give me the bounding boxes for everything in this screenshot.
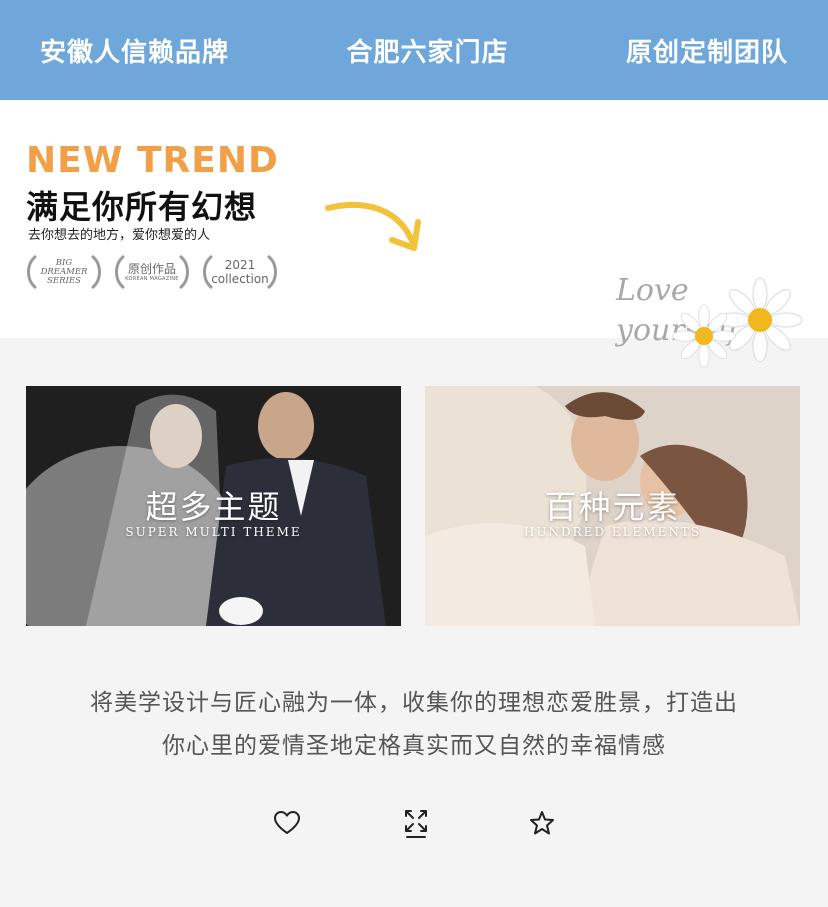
expand-icon bbox=[405, 810, 427, 838]
badge-2021: 2021 collection bbox=[200, 252, 280, 292]
love-text: Love bbox=[615, 273, 689, 308]
arrow-icon bbox=[325, 201, 421, 251]
laurel-icon bbox=[115, 254, 189, 290]
banner-item-brand: 安徽人信赖品牌 bbox=[40, 37, 230, 68]
description-line-2: 你心里的爱情圣地定格真实而又自然的幸福情感 bbox=[162, 733, 666, 759]
promo-headline: 满足你所有幻想 bbox=[26, 188, 258, 226]
description: 将美学设计与匠心融为一体，收集你的理想恋爱胜景，打造出 你心里的爱情圣地定格真实… bbox=[0, 682, 828, 768]
theme-card-super-multi[interactable]: 超多主题 SUPER MULTI THEME bbox=[26, 386, 401, 626]
promo-section: NEW TREND 满足你所有幻想 去你想去的地方，爱你想爱的人 BIG DRE… bbox=[0, 100, 828, 368]
top-banner: 安徽人信赖品牌 合肥六家门店 原创定制团队 bbox=[0, 0, 828, 100]
laurel-icon bbox=[27, 254, 101, 290]
favorite-button[interactable] bbox=[526, 806, 558, 840]
action-bar bbox=[0, 806, 828, 842]
laurel-icon bbox=[203, 254, 277, 290]
like-button[interactable] bbox=[271, 806, 303, 840]
daisy-icon bbox=[717, 277, 803, 363]
badge-big-dreamer: BIG DREAMER SERIES bbox=[24, 252, 104, 292]
badge-row: BIG DREAMER SERIES 原创作品 KOREAN MAGAZINE … bbox=[24, 252, 280, 292]
heart-icon bbox=[274, 811, 300, 834]
promo-subline: 去你想去的地方，爱你想爱的人 bbox=[28, 228, 211, 243]
card-title: 百种元素 bbox=[544, 488, 681, 526]
banner-item-team: 原创定制团队 bbox=[625, 37, 788, 68]
card-subtitle: SUPER MULTI THEME bbox=[125, 525, 302, 539]
banner-item-stores: 合肥六家门店 bbox=[346, 37, 509, 68]
star-icon bbox=[530, 811, 554, 835]
badge-original: 原创作品 KOREAN MAGAZINE bbox=[112, 252, 192, 292]
description-line-1: 将美学设计与匠心融为一体，收集你的理想恋爱胜景，打造出 bbox=[90, 690, 738, 716]
promo-title-en: NEW TREND bbox=[26, 140, 279, 181]
card-title: 超多主题 bbox=[145, 488, 282, 526]
daisy-icon bbox=[672, 304, 736, 368]
theme-card-hundred-elements[interactable]: 百种元素 HUNDRED ELEMENTS bbox=[425, 386, 800, 626]
expand-button[interactable] bbox=[400, 806, 432, 840]
card-subtitle: HUNDRED ELEMENTS bbox=[523, 525, 702, 539]
daisy-decoration: Love yourself bbox=[614, 273, 803, 368]
